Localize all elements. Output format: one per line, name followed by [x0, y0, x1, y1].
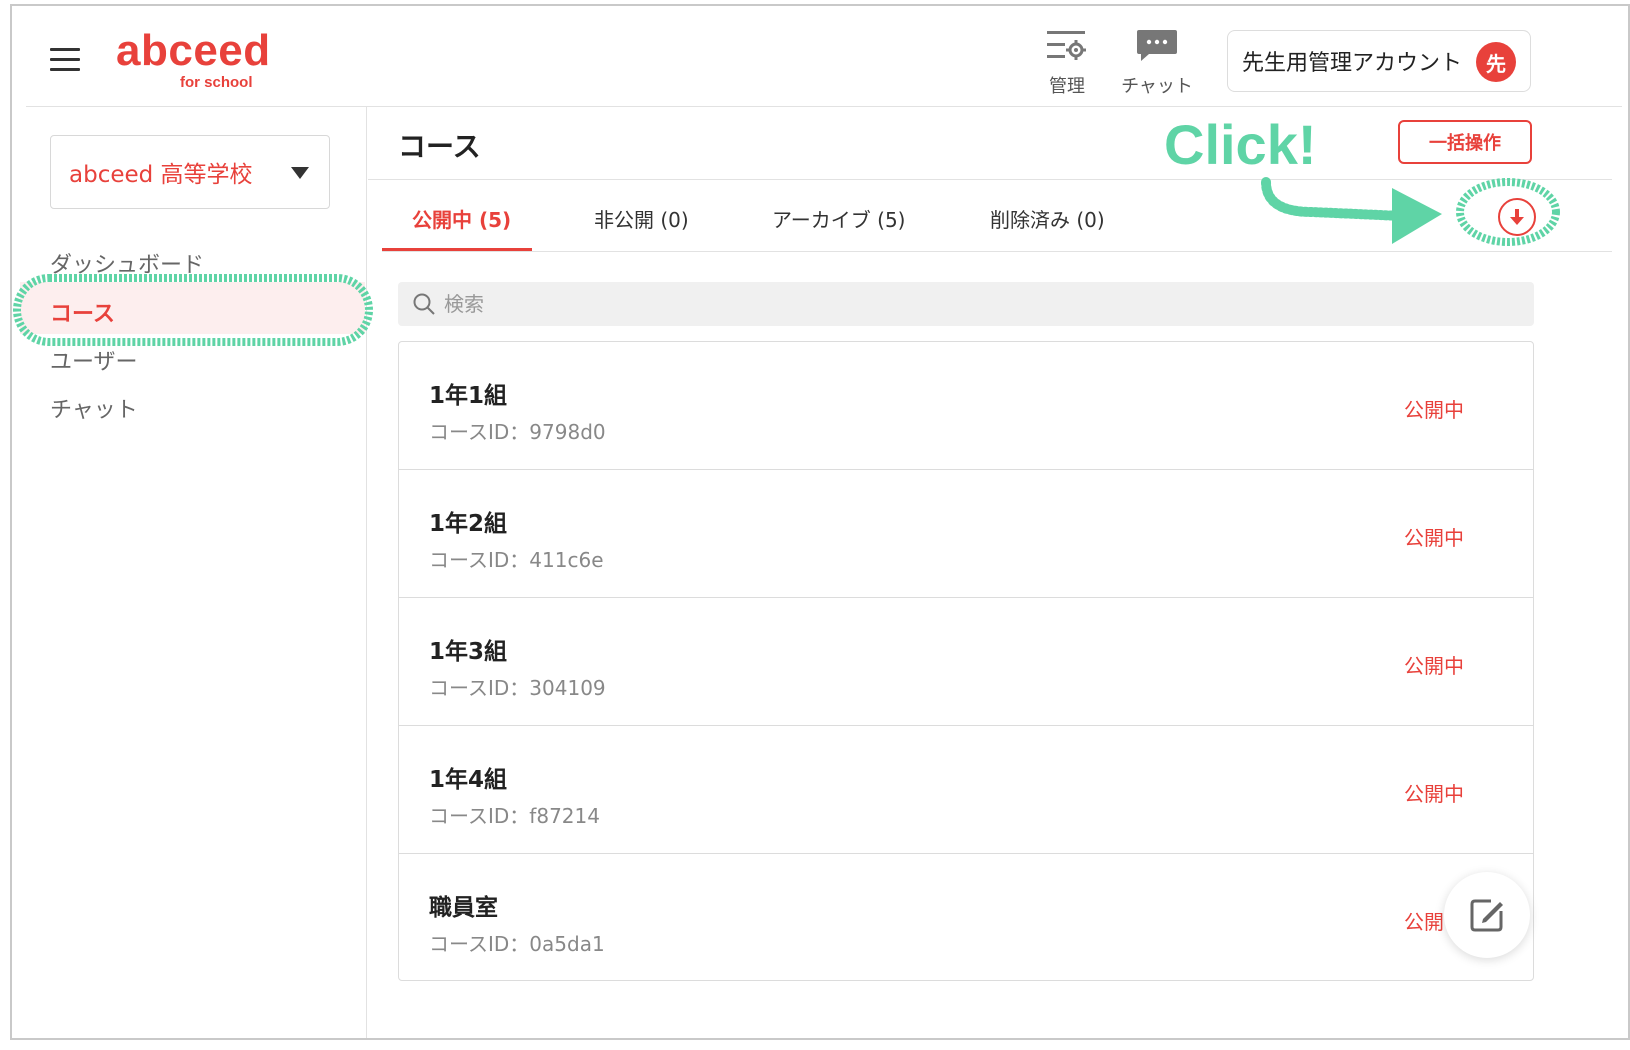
sidebar: abceed 高等学校 ダッシュボード コース ユーザー チャット — [12, 107, 367, 1038]
course-name: 職員室 — [429, 895, 498, 921]
course-status: 公開中 — [1404, 398, 1464, 422]
page-title: コース — [398, 130, 481, 163]
chat-bubble-icon — [1137, 30, 1177, 61]
manage-settings-icon — [1047, 31, 1086, 60]
main-content: コース 一括操作 公開中 (5) 非公開 (0) アーカイブ (5) 削除済み … — [368, 107, 1612, 1038]
course-id: コースID：f87214 — [429, 804, 600, 828]
course-row[interactable]: 職員室 コースID：0a5da1 公開 — [399, 854, 1533, 980]
course-row[interactable]: 1年4組 コースID：f87214 公開中 — [399, 726, 1533, 854]
chat-label: チャット — [1121, 76, 1193, 97]
logo-subtext: for school — [180, 74, 253, 91]
click-annotation-text: Click! — [1164, 113, 1317, 176]
search-input[interactable] — [444, 292, 1444, 316]
caret-down-icon — [291, 167, 309, 179]
course-row[interactable]: 1年1組 コースID：9798d0 公開中 — [399, 342, 1533, 470]
sidebar-item-course[interactable]: コース — [50, 296, 115, 328]
edit-fab-button[interactable] — [1444, 872, 1530, 958]
download-button[interactable] — [1498, 198, 1536, 236]
account-menu[interactable]: 先生用管理アカウント 先 — [1227, 30, 1531, 92]
course-name: 1年3組 — [429, 639, 508, 665]
bulk-operation-button[interactable]: 一括操作 — [1398, 120, 1532, 164]
school-select[interactable]: abceed 高等学校 — [50, 135, 330, 209]
search-icon — [413, 293, 435, 315]
course-name: 1年1組 — [429, 383, 508, 409]
search-bar[interactable] — [398, 282, 1534, 326]
course-list: 1年1組 コースID：9798d0 公開中 1年2組 コースID：411c6e … — [398, 341, 1534, 981]
course-row[interactable]: 1年3組 コースID：304109 公開中 — [399, 598, 1533, 726]
sidebar-item-users[interactable]: ユーザー — [50, 344, 138, 376]
course-name: 1年4組 — [429, 767, 508, 793]
course-status: 公開 — [1404, 910, 1444, 934]
manage-label: 管理 — [1049, 76, 1085, 97]
tab-unpublished[interactable]: 非公開 (0) — [594, 204, 689, 233]
menu-icon[interactable] — [50, 48, 80, 72]
avatar: 先 — [1476, 42, 1516, 82]
course-id: コースID：0a5da1 — [429, 932, 605, 956]
logo-text: abceed — [116, 26, 271, 75]
course-id: コースID：9798d0 — [429, 420, 606, 444]
top-header: abceed for school 管理 チャット 先生用管理アカウント 先 — [12, 6, 1612, 106]
manage-button[interactable]: 管理 — [1027, 28, 1107, 98]
status-tabs: 公開中 (5) 非公開 (0) アーカイブ (5) 削除済み (0) — [382, 180, 1612, 252]
tabs-divider — [382, 251, 1612, 252]
course-status: 公開中 — [1404, 654, 1464, 678]
app-window: abceed for school 管理 チャット 先生用管理アカウント 先 a… — [10, 4, 1630, 1040]
course-status: 公開中 — [1404, 526, 1464, 550]
school-select-value: abceed 高等学校 — [69, 162, 253, 188]
logo: abceed for school — [116, 26, 271, 92]
course-id: コースID：304109 — [429, 676, 606, 700]
course-id: コースID：411c6e — [429, 548, 604, 572]
sidebar-item-chat[interactable]: チャット — [50, 392, 138, 424]
course-status: 公開中 — [1404, 782, 1464, 806]
tab-archive[interactable]: アーカイブ (5) — [772, 204, 906, 233]
course-row[interactable]: 1年2組 コースID：411c6e 公開中 — [399, 470, 1533, 598]
account-name: 先生用管理アカウント — [1242, 51, 1463, 76]
course-name: 1年2組 — [429, 511, 508, 537]
download-arrow-icon — [1510, 209, 1524, 225]
chat-button[interactable]: チャット — [1117, 28, 1197, 98]
edit-icon — [1470, 899, 1503, 932]
sidebar-item-dashboard[interactable]: ダッシュボード — [50, 247, 204, 279]
tab-published[interactable]: 公開中 (5) — [412, 204, 511, 233]
tab-deleted[interactable]: 削除済み (0) — [990, 204, 1105, 233]
